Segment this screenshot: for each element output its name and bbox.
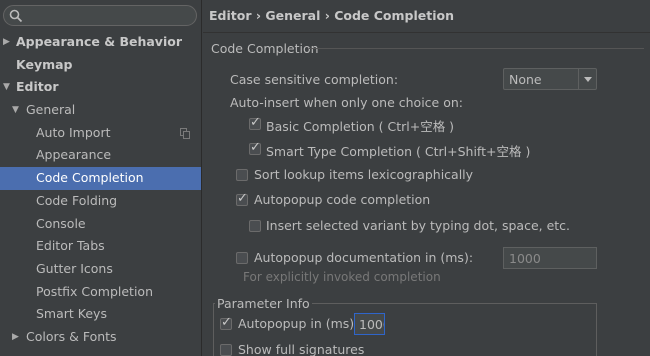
tree-item-label: Colors & Fonts [26,328,117,344]
parameter-autopopup-field[interactable] [354,313,385,335]
parameter-autopopup-input[interactable] [355,314,384,334]
basic-completion-checkbox[interactable] [249,115,261,130]
tree-item-label: Code Completion [36,170,144,186]
section-title: Code Completion [211,41,319,56]
insert-selected-checkbox[interactable] [249,220,261,232]
autopopup-doc-label: Autopopup documentation in (ms): [254,250,474,265]
tree-item-label: Keymap [16,56,73,72]
tree-item-console[interactable]: Console [0,213,201,236]
tree-item-smart-keys[interactable]: Smart Keys [0,303,201,326]
tree-item-keymap[interactable]: Keymap [0,54,201,77]
tree-item-label: Editor Tabs [36,238,105,254]
insert-selected-label: Insert selected variant by typing dot, s… [266,218,571,233]
tree-item-appearance[interactable]: Appearance [0,144,201,167]
settings-content: Editor › General › Code Completion Code … [203,0,650,356]
tree-item-label: Editor [16,79,59,95]
search-icon [9,9,23,23]
autopopup-doc-field[interactable] [503,247,597,269]
tree-item-postfix-completion[interactable]: Postfix Completion [0,281,201,304]
tree-item-code-folding[interactable]: Code Folding [0,190,201,213]
tree-item-label: Appearance & Behavior [16,34,182,49]
collapse-arrow-icon[interactable]: ▼ [12,99,19,122]
show-full-signatures-label: Show full signatures [238,342,365,356]
parameter-autopopup-checkbox[interactable] [220,315,232,330]
tree-item-general[interactable]: ▼ General [0,99,201,122]
tree-item-editor[interactable]: ▼ Editor [0,76,201,99]
auto-insert-label: Auto-insert when only one choice on: [230,95,463,110]
autopopup-doc-hint: For explicitly invoked completion [243,270,441,284]
sort-lookup-checkbox[interactable] [236,169,248,181]
tree-item-label: Gutter Icons [36,260,113,276]
search-input[interactable] [26,8,191,23]
parameter-info-title: Parameter Info [215,296,312,311]
select-value: None [509,72,542,87]
settings-sidebar: ▶ Appearance & Behavior Keymap ▼ Editor … [0,0,202,356]
chevron-down-icon[interactable] [578,69,596,89]
tree-item-label: Console [36,215,86,231]
collapse-arrow-icon[interactable]: ▼ [3,76,10,99]
tree-item-auto-import[interactable]: Auto Import [0,122,201,145]
tree-item-label: Smart Keys [36,306,107,322]
tree-item-gutter-icons[interactable]: Gutter Icons [0,258,201,281]
section-divider [309,48,644,49]
show-full-signatures-checkbox[interactable] [220,344,232,356]
tree-item-editor-tabs[interactable]: Editor Tabs [0,235,201,258]
smart-type-completion-checkbox[interactable] [249,140,261,155]
tree-item-label: General [26,102,76,118]
tree-item-label: Code Folding [36,192,118,208]
project-settings-icon [180,127,190,139]
tree-item-colors-fonts[interactable]: ▶ Colors & Fonts [0,326,201,349]
smart-type-completion-label: Smart Type Completion ( Ctrl+Shift+空格 ) [266,144,531,159]
breadcrumb: Editor › General › Code Completion [209,8,454,23]
header-divider [203,32,650,33]
basic-completion-label: Basic Completion ( Ctrl+空格 ) [266,119,455,134]
tree-item-label: Auto Import [36,124,111,140]
tree-item-label: Postfix Completion [36,283,153,299]
parameter-autopopup-label: Autopopup in (ms): [238,316,359,331]
expand-arrow-icon[interactable]: ▶ [12,326,19,349]
autopopup-doc-checkbox[interactable] [236,252,248,264]
tree-item-label: Appearance [36,147,112,163]
sort-lookup-label: Sort lookup items lexicographically [254,167,474,182]
search-field[interactable] [3,5,197,26]
case-sensitive-label: Case sensitive completion: [230,72,399,87]
autopopup-code-checkbox[interactable] [236,191,248,206]
tree-item-code-completion[interactable]: Code Completion [0,167,201,190]
settings-tree: ▶ Appearance & Behavior Keymap ▼ Editor … [0,31,201,349]
expand-arrow-icon[interactable]: ▶ [3,31,10,54]
autopopup-doc-input[interactable] [504,248,596,268]
tree-item-appearance-behavior[interactable]: ▶ Appearance & Behavior [0,31,201,54]
case-sensitive-select[interactable]: None [503,68,597,90]
autopopup-code-label: Autopopup code completion [254,192,431,207]
